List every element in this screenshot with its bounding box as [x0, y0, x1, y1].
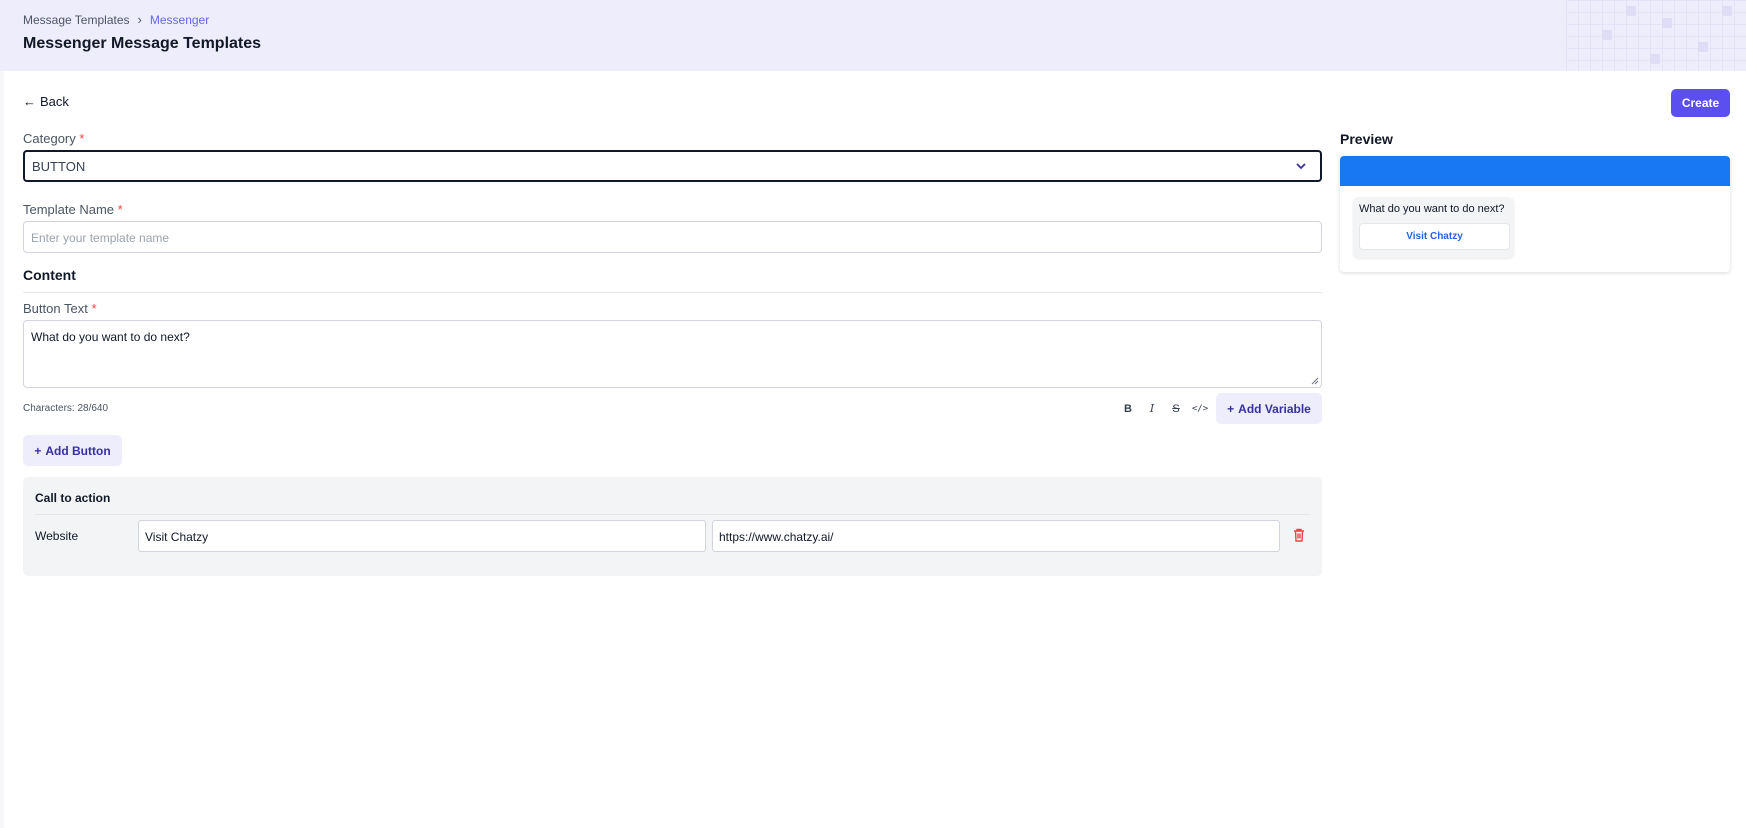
- template-name-label: Template Name *: [23, 202, 123, 217]
- breadcrumb-message-templates[interactable]: Message Templates: [23, 13, 130, 27]
- character-count: Characters: 28/640: [23, 403, 109, 414]
- decorative-grid: [1566, 0, 1746, 71]
- template-name-input[interactable]: Enter your template name: [23, 221, 1322, 253]
- button-text-label: Button Text *: [23, 301, 97, 316]
- button-text-value: What do you want to do next?: [31, 330, 190, 344]
- sidebar-edge: [0, 71, 4, 828]
- category-value: BUTTON: [32, 159, 86, 174]
- preview-visit-button: Visit Chatzy: [1359, 223, 1510, 250]
- arrow-left-icon: ←: [23, 94, 36, 109]
- cta-url-input[interactable]: https://www.chatzy.ai/: [712, 520, 1280, 552]
- category-label: Category *: [23, 131, 85, 146]
- back-button[interactable]: ← Back: [23, 94, 69, 109]
- resize-handle-icon[interactable]: [1311, 377, 1319, 385]
- cta-button-text-input[interactable]: Visit Chatzy: [138, 520, 706, 552]
- call-to-action-title: Call to action: [35, 491, 111, 505]
- page-title: Messenger Message Templates: [23, 35, 262, 52]
- call-to-action-panel: Call to action Website Visit Chatzy http…: [23, 477, 1322, 576]
- create-button[interactable]: Create: [1671, 89, 1730, 117]
- plus-icon: +: [1227, 401, 1235, 416]
- breadcrumb: Message Templates › Messenger: [23, 12, 209, 27]
- content-title: Content: [23, 267, 76, 283]
- back-label: Back: [40, 94, 69, 109]
- chevron-down-icon: [1296, 163, 1306, 170]
- preview-message-bubble: What do you want to do next? Visit Chatz…: [1353, 197, 1514, 258]
- preview-title: Preview: [1340, 131, 1393, 147]
- add-button-button[interactable]: + Add Button: [23, 435, 122, 466]
- cta-type-label: Website: [35, 529, 79, 543]
- button-text-textarea[interactable]: What do you want to do next?: [23, 320, 1322, 388]
- preview-card: What do you want to do next? Visit Chatz…: [1340, 156, 1730, 272]
- code-icon[interactable]: </>: [1190, 400, 1210, 418]
- chevron-right-icon: ›: [137, 12, 142, 27]
- category-select[interactable]: BUTTON: [23, 150, 1322, 182]
- plus-icon: +: [34, 443, 42, 458]
- add-variable-button[interactable]: + Add Variable: [1216, 393, 1322, 424]
- preview-message-text: What do you want to do next?: [1359, 203, 1505, 215]
- bold-icon[interactable]: B: [1118, 400, 1138, 418]
- preview-header-bar: [1340, 156, 1730, 186]
- breadcrumb-messenger[interactable]: Messenger: [150, 13, 209, 27]
- strikethrough-icon[interactable]: S: [1166, 400, 1186, 418]
- top-banner: Message Templates › Messenger Messenger …: [0, 0, 1746, 71]
- cta-divider: [35, 514, 1310, 515]
- italic-icon[interactable]: I: [1142, 400, 1162, 418]
- content-divider: [23, 292, 1322, 293]
- trash-icon[interactable]: [1291, 527, 1307, 543]
